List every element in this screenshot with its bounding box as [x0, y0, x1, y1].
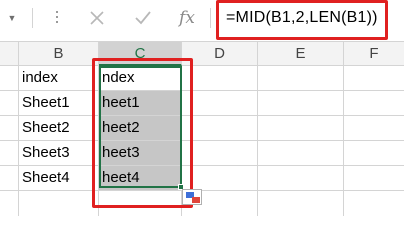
cell-c3[interactable]: heet2: [99, 116, 182, 141]
insert-function-button[interactable]: fx: [174, 6, 200, 30]
row-gutter: [0, 66, 19, 91]
cell-c2[interactable]: heet1: [99, 91, 182, 116]
column-header-f[interactable]: F: [344, 42, 404, 66]
enter-formula-icon[interactable]: [130, 6, 156, 30]
row-gutter: [0, 191, 19, 216]
cell-e1[interactable]: [258, 66, 344, 91]
cell-c5[interactable]: heet4: [99, 166, 182, 191]
cell-f4[interactable]: [344, 141, 404, 166]
cell-d1[interactable]: [182, 66, 258, 91]
name-box-dropdown-icon[interactable]: ▼: [2, 8, 22, 28]
cell-b5[interactable]: Sheet4: [19, 166, 99, 191]
row-gutter: [0, 91, 19, 116]
row-header-corner[interactable]: [0, 42, 19, 66]
formula-bar-divider: [210, 8, 211, 28]
quick-analysis-icon[interactable]: [182, 189, 202, 205]
column-header-c[interactable]: C: [99, 42, 182, 66]
row-gutter: [0, 116, 19, 141]
cell-b1[interactable]: index: [19, 66, 99, 91]
cell-e2[interactable]: [258, 91, 344, 116]
cell-f3[interactable]: [344, 116, 404, 141]
column-header-e[interactable]: E: [258, 42, 344, 66]
cell-f5[interactable]: [344, 166, 404, 191]
cell-b2[interactable]: Sheet1: [19, 91, 99, 116]
cell-b4[interactable]: Sheet3: [19, 141, 99, 166]
formula-bar-divider: [32, 8, 33, 28]
cell-c6[interactable]: [99, 191, 182, 216]
cell-f6[interactable]: [344, 191, 404, 216]
cell-c4[interactable]: heet3: [99, 141, 182, 166]
cell-d2[interactable]: [182, 91, 258, 116]
formula-bar: ▼ fx =MID(B1,2,LEN(B1)): [0, 0, 404, 42]
cell-c1[interactable]: ndex: [99, 66, 182, 91]
cell-d5[interactable]: [182, 166, 258, 191]
resize-grip-icon[interactable]: [52, 8, 62, 28]
column-header-b[interactable]: B: [19, 42, 99, 66]
cell-b3[interactable]: Sheet2: [19, 116, 99, 141]
formula-highlight-box: [216, 0, 388, 40]
cell-d4[interactable]: [182, 141, 258, 166]
cell-e5[interactable]: [258, 166, 344, 191]
column-header-d[interactable]: D: [182, 42, 258, 66]
cell-f1[interactable]: [344, 66, 404, 91]
row-gutter: [0, 141, 19, 166]
cell-e6[interactable]: [258, 191, 344, 216]
row-gutter: [0, 166, 19, 191]
insert-function-icon: fx: [179, 8, 195, 28]
cell-b6[interactable]: [19, 191, 99, 216]
cell-f2[interactable]: [344, 91, 404, 116]
cancel-formula-icon[interactable]: [84, 6, 110, 30]
cell-d3[interactable]: [182, 116, 258, 141]
cell-e4[interactable]: [258, 141, 344, 166]
cell-e3[interactable]: [258, 116, 344, 141]
